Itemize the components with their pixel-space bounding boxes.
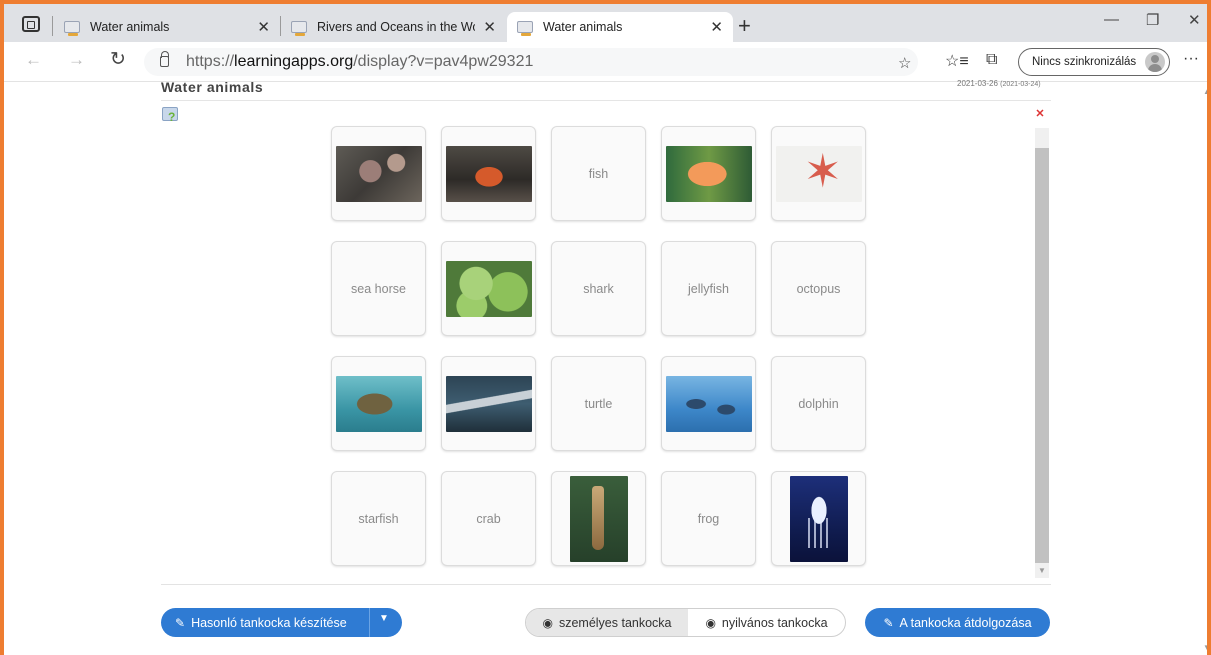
- scrollbar-thumb[interactable]: [1035, 148, 1049, 563]
- seahorse-image: [569, 475, 628, 562]
- edit-square-icon: ✎: [175, 615, 186, 630]
- learningapps-favicon-icon: [64, 21, 80, 36]
- tab-actions-icon[interactable]: [22, 16, 40, 32]
- word-card[interactable]: octopus: [771, 241, 866, 336]
- word-card[interactable]: crab: [441, 471, 536, 566]
- tab-close-icon[interactable]: ✕: [483, 18, 496, 36]
- app-date: 2021-03-26 (2021-03-24): [957, 79, 1041, 88]
- word-card[interactable]: turtle: [551, 356, 646, 451]
- dolphin-image: [665, 375, 752, 432]
- tab-close-icon[interactable]: ✕: [257, 18, 270, 36]
- learningapps-favicon-icon: [291, 21, 307, 36]
- new-tab-button[interactable]: +: [738, 13, 751, 39]
- tab-title: Water animals: [90, 20, 170, 34]
- shark-image: [445, 375, 532, 432]
- tab-title: Rivers and Oceans in the World: [317, 20, 475, 34]
- sync-label: Nincs szinkronizálás: [1032, 56, 1137, 68]
- help-icon[interactable]: ?: [162, 107, 178, 124]
- picture-card[interactable]: [661, 126, 756, 221]
- learningapps-favicon-icon: [517, 21, 533, 36]
- word-card[interactable]: dolphin: [771, 356, 866, 451]
- address-bar[interactable]: https://learningapps.org/display?v=pav4p…: [144, 48, 918, 76]
- tab-rivers-oceans[interactable]: Rivers and Oceans in the World ✕: [281, 12, 506, 42]
- pencil-icon: ✎: [883, 615, 894, 630]
- picture-card[interactable]: [771, 126, 866, 221]
- profile-sync-button[interactable]: Nincs szinkronizálás: [1018, 48, 1170, 76]
- matching-card-grid: fish sea horse shark jellyfish octopus turtle…: [331, 126, 866, 566]
- window-close-button[interactable]: ✕: [1188, 11, 1201, 29]
- fish-image: [665, 145, 752, 202]
- frog-image: [445, 260, 532, 317]
- minimize-button[interactable]: —: [1104, 11, 1119, 28]
- card-label: jellyfish: [688, 281, 729, 296]
- card-label: shark: [583, 281, 614, 296]
- scroll-down-arrow-icon[interactable]: ▼: [1038, 566, 1046, 575]
- word-card[interactable]: starfish: [331, 471, 426, 566]
- collections-icon[interactable]: ⧉: [986, 51, 997, 69]
- picture-card[interactable]: [551, 471, 646, 566]
- title-divider: [161, 100, 1051, 101]
- card-label: sea horse: [351, 281, 406, 296]
- word-card[interactable]: sea horse: [331, 241, 426, 336]
- edit-app-button[interactable]: ✎ A tankocka átdolgozása: [865, 608, 1050, 637]
- back-arrow-icon[interactable]: ←: [25, 50, 42, 70]
- visibility-toggle: ◉ személyes tankocka ◉ nyilvános tankock…: [525, 608, 846, 637]
- card-label: octopus: [796, 281, 841, 296]
- word-card[interactable]: fish: [551, 126, 646, 221]
- edit-app-label: A tankocka átdolgozása: [899, 615, 1032, 630]
- personal-label: személyes tankocka: [558, 615, 672, 630]
- create-similar-label: Hasonló tankocka készítése: [191, 615, 347, 630]
- dropdown-caret-icon[interactable]: ▼: [379, 613, 389, 624]
- eye-slash-icon: ◉: [542, 615, 553, 630]
- turtle-image: [335, 375, 422, 432]
- crab-image: [445, 145, 532, 202]
- create-similar-button[interactable]: ✎ Hasonló tankocka készítése: [161, 608, 402, 637]
- favorites-icon[interactable]: ☆≡: [945, 51, 969, 71]
- lock-icon[interactable]: [160, 51, 169, 67]
- eye-icon: ◉: [705, 615, 716, 630]
- add-favorite-icon[interactable]: ☆: [898, 54, 911, 72]
- app-title: Water animals: [161, 79, 264, 95]
- picture-card[interactable]: [331, 356, 426, 451]
- tab-strip: Water animals ✕ Rivers and Oceans in the…: [0, 0, 1211, 42]
- word-card[interactable]: shark: [551, 241, 646, 336]
- card-label: turtle: [584, 396, 613, 411]
- avatar-icon: [1145, 52, 1165, 72]
- forward-arrow-icon[interactable]: →: [68, 50, 85, 70]
- fullscreen-icon[interactable]: ✕: [1033, 107, 1047, 121]
- tab-water-animals-active[interactable]: Water animals ✕: [507, 12, 733, 42]
- word-card[interactable]: frog: [661, 471, 756, 566]
- picture-card[interactable]: [441, 241, 536, 336]
- public-option[interactable]: ◉ nyilvános tankocka: [688, 609, 845, 636]
- split-divider: [369, 608, 370, 637]
- jellyfish-image: [789, 475, 848, 562]
- picture-card[interactable]: [771, 471, 866, 566]
- word-card[interactable]: jellyfish: [661, 241, 756, 336]
- card-label: starfish: [358, 511, 399, 526]
- personal-option[interactable]: ◉ személyes tankocka: [526, 609, 688, 636]
- restore-button[interactable]: ❐: [1146, 11, 1159, 29]
- refresh-icon[interactable]: ↻: [110, 48, 126, 71]
- picture-card[interactable]: [331, 126, 426, 221]
- octopus-image: [335, 145, 422, 202]
- card-label: frog: [697, 511, 720, 526]
- starfish-image: [775, 145, 862, 202]
- tab-title: Water animals: [543, 20, 623, 34]
- tab-close-icon[interactable]: ✕: [710, 18, 723, 36]
- picture-card[interactable]: [441, 356, 536, 451]
- page-scroll-down-icon[interactable]: ▼: [1203, 643, 1211, 652]
- page-scroll-up-icon[interactable]: ▲: [1203, 87, 1211, 96]
- browser-toolbar: ← → ↻ https://learningapps.org/display?v…: [0, 42, 1211, 82]
- more-options-icon[interactable]: ···: [1183, 50, 1199, 68]
- footer-divider: [161, 584, 1051, 585]
- card-label: dolphin: [798, 396, 839, 411]
- card-label: crab: [476, 511, 501, 526]
- picture-card[interactable]: [441, 126, 536, 221]
- public-label: nyilvános tankocka: [721, 615, 828, 630]
- tab-separator: [52, 16, 53, 36]
- tab-water-animals-1[interactable]: Water animals ✕: [54, 12, 280, 42]
- picture-card[interactable]: [661, 356, 756, 451]
- url-text[interactable]: https://learningapps.org/display?v=pav4p…: [186, 53, 533, 71]
- card-label: fish: [588, 166, 609, 181]
